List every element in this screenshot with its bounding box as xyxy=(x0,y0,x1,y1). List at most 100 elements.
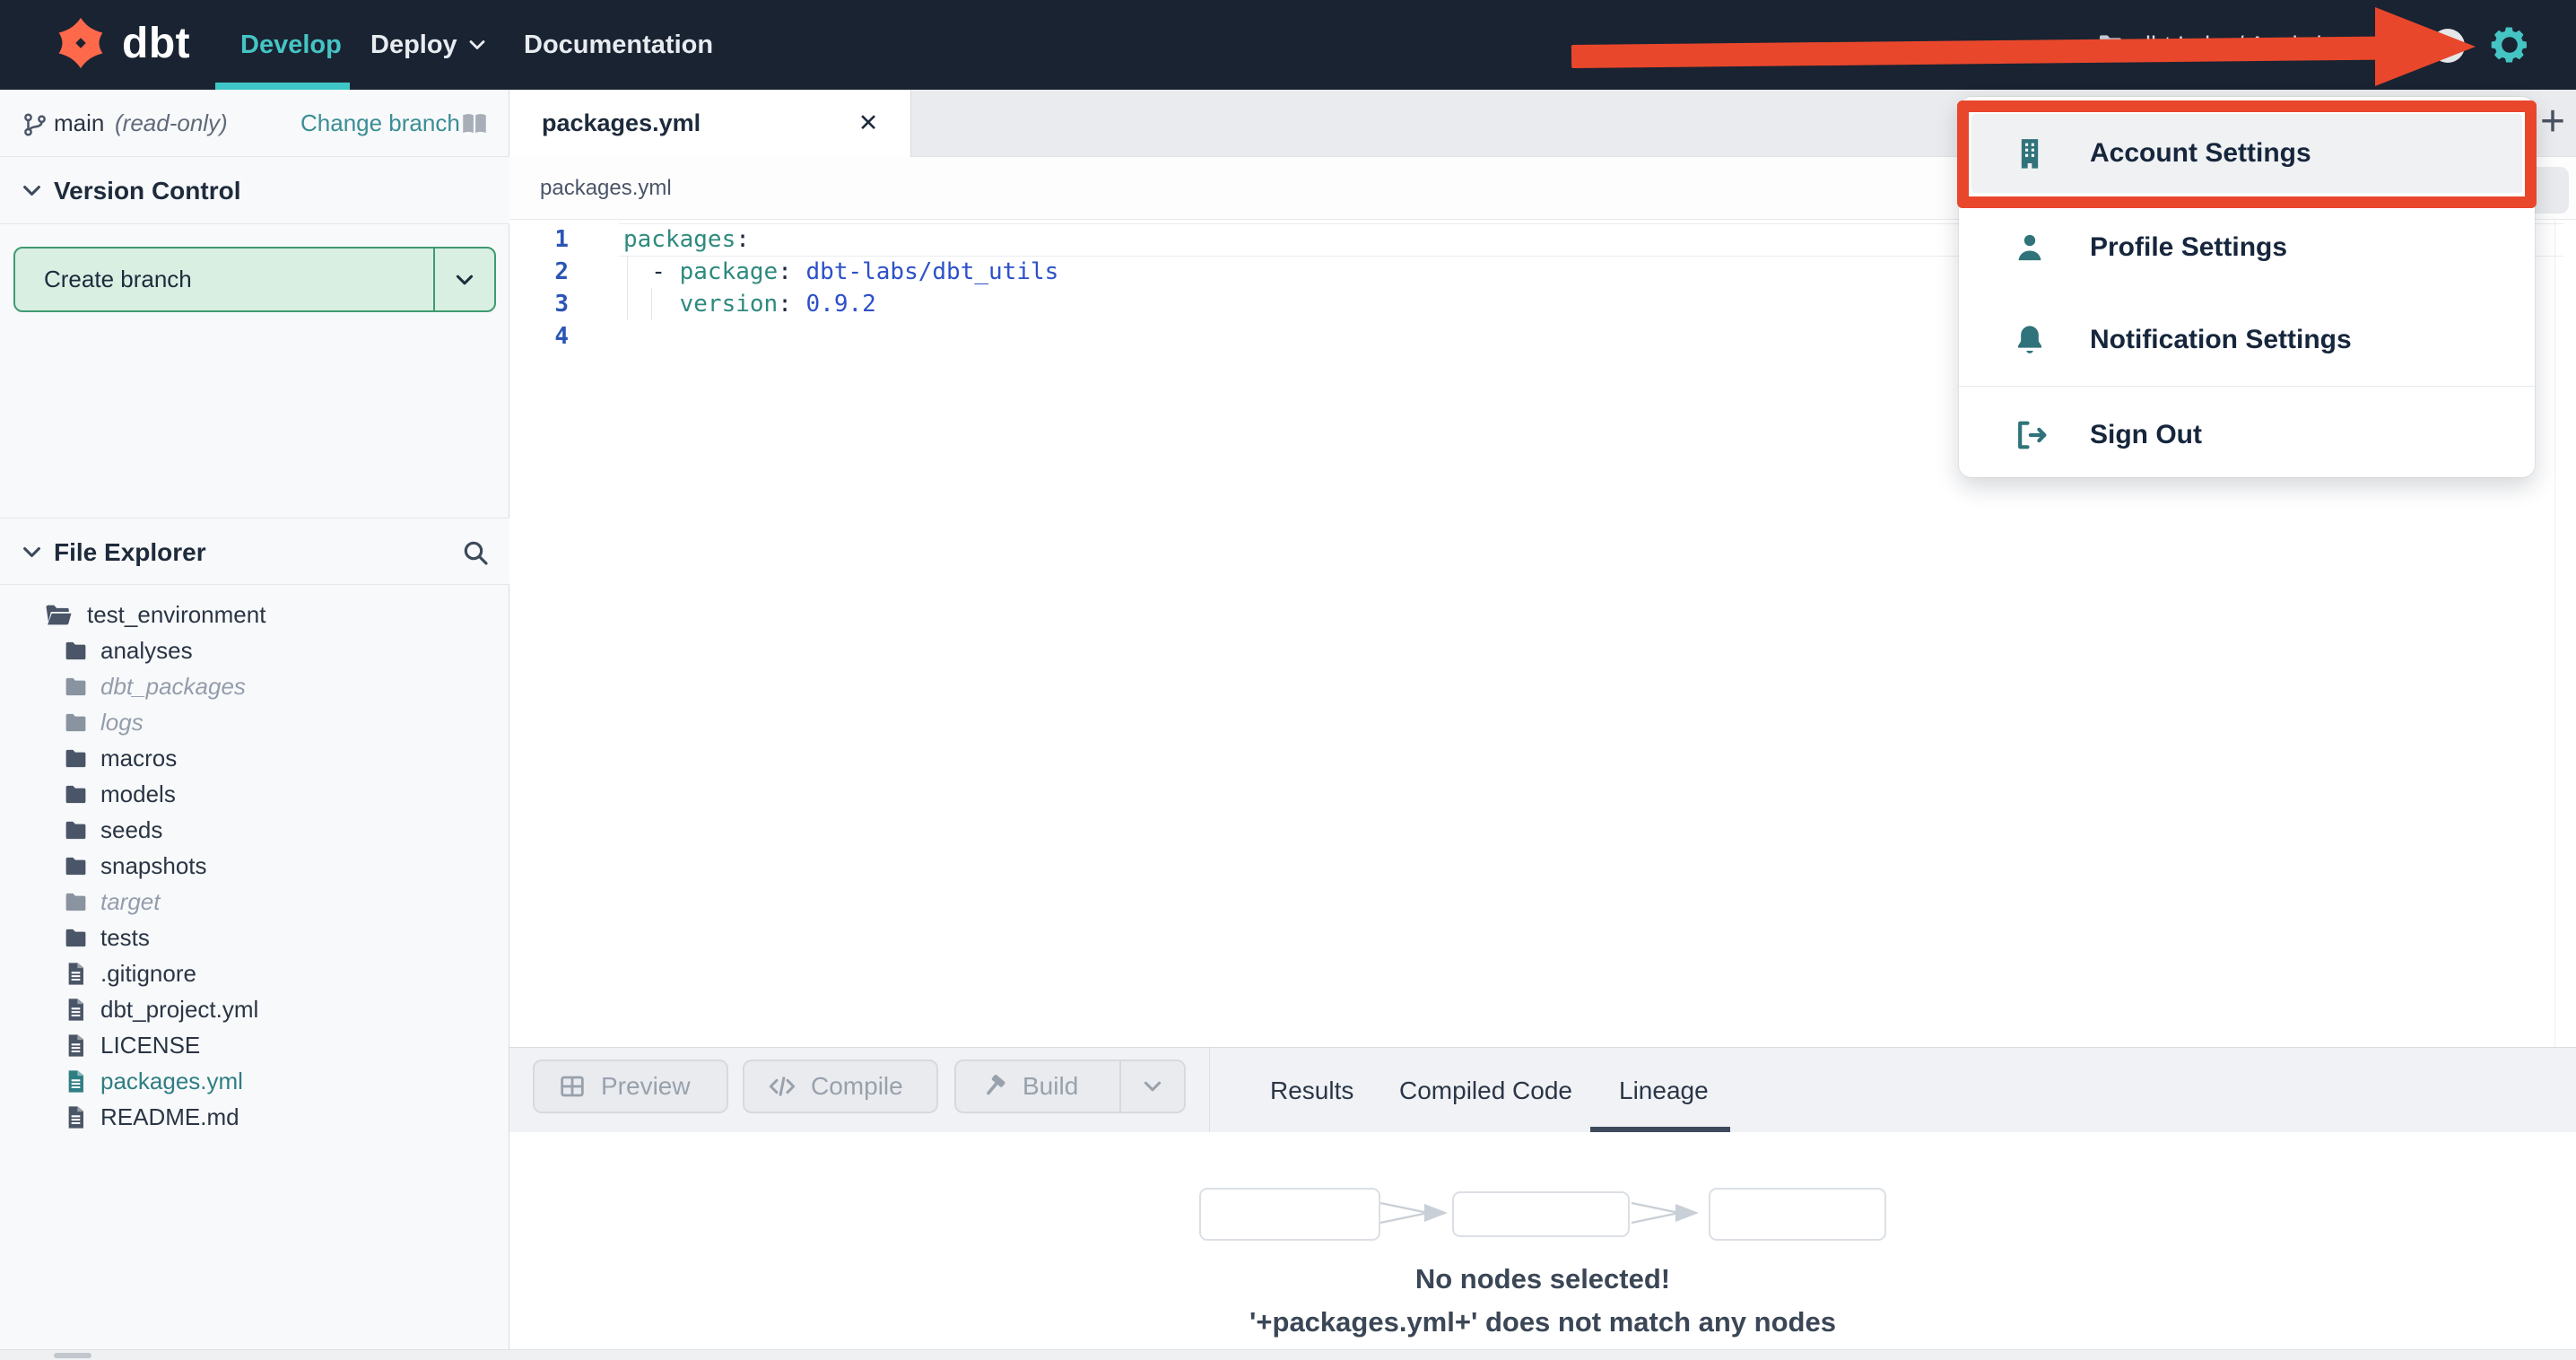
build-button[interactable]: Build xyxy=(954,1059,1186,1113)
file-name: analyses xyxy=(100,636,193,664)
branch-row: main (read-only) Change branch xyxy=(0,90,509,157)
close-tab-icon[interactable]: ✕ xyxy=(846,90,891,157)
preview-button[interactable]: Preview xyxy=(533,1059,728,1113)
file-name: snapshots xyxy=(100,851,207,879)
tab-results[interactable]: Results xyxy=(1270,1048,1353,1133)
gear-icon[interactable] xyxy=(2488,23,2531,66)
sign-out-icon xyxy=(2012,417,2048,453)
docs-book-icon[interactable] xyxy=(459,109,490,140)
line-number: 1 xyxy=(554,226,569,253)
folder-icon xyxy=(63,925,89,951)
create-branch-label: Create branch xyxy=(44,266,192,292)
lineage-canvas: No nodes selected! '+packages.yml+' does… xyxy=(509,1132,2576,1349)
file-row-selected[interactable]: packages.yml xyxy=(0,1063,509,1099)
folder-icon xyxy=(63,781,89,807)
file-name: seeds xyxy=(100,815,163,843)
annotation-arrow-head xyxy=(2375,7,2476,86)
compile-button[interactable]: Compile xyxy=(743,1059,938,1113)
chevron-down-icon[interactable] xyxy=(20,540,44,564)
folder-open-icon xyxy=(43,600,74,631)
lineage-edges xyxy=(1379,1201,1699,1225)
file-icon xyxy=(63,1068,89,1094)
file-icon xyxy=(63,961,89,987)
folder-icon xyxy=(63,817,89,843)
compile-label: Compile xyxy=(811,1072,903,1100)
nav-documentation[interactable]: Documentation xyxy=(524,0,713,90)
file-name: dbt_packages xyxy=(100,672,246,700)
brand-text: dbt xyxy=(122,19,191,67)
file-row[interactable]: models xyxy=(0,776,509,812)
change-branch-link[interactable]: Change branch xyxy=(300,90,460,157)
file-explorer-title: File Explorer xyxy=(54,537,206,566)
menu-item-profile-settings[interactable]: Profile Settings xyxy=(1959,212,2535,283)
lineage-empty-subtitle: '+packages.yml+' does not match any node… xyxy=(1249,1306,1836,1338)
menu-item-sign-out[interactable]: Sign Out xyxy=(1959,399,2535,471)
file-row[interactable]: dbt_project.yml xyxy=(0,991,509,1027)
hammer-icon xyxy=(979,1072,1008,1101)
file-row[interactable]: target xyxy=(0,884,509,920)
tab-compiled-code[interactable]: Compiled Code xyxy=(1399,1048,1572,1133)
build-dropdown[interactable] xyxy=(1119,1061,1184,1112)
menu-divider xyxy=(1959,386,2535,387)
file-row[interactable]: macros xyxy=(0,740,509,776)
file-row[interactable]: logs xyxy=(0,704,509,740)
tab-lineage[interactable]: Lineage xyxy=(1619,1048,1709,1133)
chevron-down-icon xyxy=(1141,1075,1164,1098)
folder-icon xyxy=(63,745,89,772)
file-name: models xyxy=(100,780,176,807)
nav-deploy[interactable]: Deploy xyxy=(370,0,488,90)
dbt-cloud-ide: main (read-only) Change branch Version C… xyxy=(0,0,2576,1360)
file-row[interactable]: LICENSE xyxy=(0,1027,509,1063)
file-name: logs xyxy=(100,708,144,736)
breadcrumb: packages.yml xyxy=(540,176,672,200)
create-branch-button[interactable]: Create branch xyxy=(13,247,496,312)
file-row[interactable]: tests xyxy=(0,920,509,955)
file-row[interactable]: seeds xyxy=(0,812,509,848)
chevron-down-icon[interactable] xyxy=(20,179,44,203)
menu-item-label: Sign Out xyxy=(2090,420,2202,449)
nav-develop[interactable]: Develop xyxy=(240,0,342,90)
file-icon xyxy=(63,997,89,1023)
file-row[interactable]: snapshots xyxy=(0,848,509,884)
file-name: macros xyxy=(100,744,178,772)
folder-icon xyxy=(63,638,89,664)
annotation-highlight-box xyxy=(1957,100,2537,208)
line-number: 3 xyxy=(554,291,569,318)
line-number: 2 xyxy=(554,258,569,285)
version-control-title: Version Control xyxy=(54,176,241,205)
file-row[interactable]: README.md xyxy=(0,1099,509,1135)
file-name: test_environment xyxy=(87,600,266,628)
file-name: tests xyxy=(100,923,150,951)
dbt-logo[interactable]: dbt xyxy=(52,14,190,72)
horizontal-scrollbar[interactable] xyxy=(0,1349,2576,1360)
version-control-header[interactable]: Version Control xyxy=(0,157,509,224)
preview-label: Preview xyxy=(601,1072,691,1100)
chevron-down-icon xyxy=(453,268,476,292)
sidebar: main (read-only) Change branch Version C… xyxy=(0,90,509,1360)
file-row[interactable]: test_environment xyxy=(0,597,509,632)
file-name: dbt_project.yml xyxy=(100,995,259,1023)
scrollbar-thumb[interactable] xyxy=(54,1353,91,1358)
build-label: Build xyxy=(1023,1072,1079,1100)
search-icon[interactable] xyxy=(461,538,490,567)
file-row[interactable]: .gitignore xyxy=(0,955,509,991)
menu-item-notification-settings[interactable]: Notification Settings xyxy=(1959,304,2535,376)
file-row[interactable]: analyses xyxy=(0,632,509,668)
menu-item-label: Profile Settings xyxy=(2090,232,2288,262)
code-icon xyxy=(768,1072,796,1101)
folder-icon xyxy=(63,889,89,915)
file-name: .gitignore xyxy=(100,959,196,987)
branch-mode: (read-only) xyxy=(115,109,228,136)
tab-packages-yml[interactable]: packages.yml ✕ xyxy=(509,90,911,157)
create-branch-dropdown[interactable] xyxy=(433,248,494,310)
lineage-empty-title: No nodes selected! xyxy=(1414,1263,1671,1295)
chevron-down-icon xyxy=(466,34,488,56)
file-row[interactable]: dbt_packages xyxy=(0,668,509,704)
file-icon xyxy=(63,1104,89,1130)
file-name: target xyxy=(100,887,161,915)
file-explorer-header[interactable]: File Explorer xyxy=(0,518,509,585)
git-branch-icon xyxy=(22,111,48,138)
dbt-flame-icon xyxy=(52,14,109,72)
bottom-panel-bar: Preview Compile Build Results Compiled C… xyxy=(509,1047,2576,1133)
file-icon xyxy=(63,1033,89,1059)
